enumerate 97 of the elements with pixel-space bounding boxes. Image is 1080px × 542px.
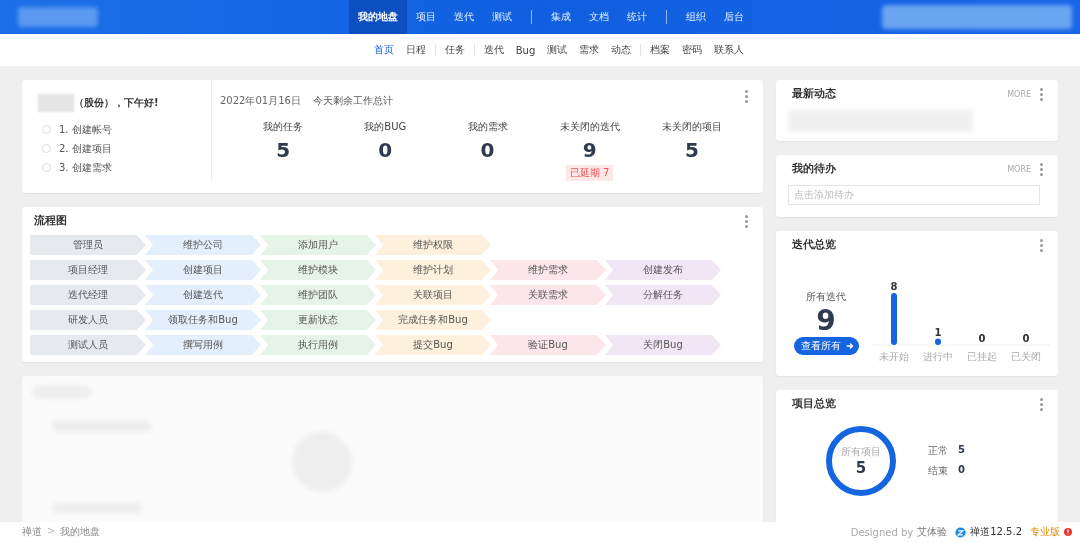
stat-label: 我的BUG xyxy=(364,120,407,134)
designed-by-text: Designed by xyxy=(850,526,914,538)
legend-value: 5 xyxy=(958,444,965,457)
subnav-tab[interactable]: 任务 xyxy=(438,43,471,57)
subnav-tab[interactable]: Bug xyxy=(509,44,542,56)
blurred-area xyxy=(38,94,74,112)
role-step: 管理员 xyxy=(30,235,146,255)
nav-tab[interactable]: 迭代 xyxy=(445,0,483,34)
stat-value[interactable]: 0 xyxy=(378,138,393,162)
flow-step: 维护权限 xyxy=(375,235,491,255)
ring-value: 5 xyxy=(855,459,867,477)
breadcrumb-link[interactable]: 我的地盘 xyxy=(60,525,101,539)
subnav-tab[interactable]: 测试 xyxy=(541,43,574,57)
flow-step: 分解任务 xyxy=(605,285,721,305)
flow-step: 维护团队 xyxy=(260,285,376,305)
bar-value-label: 0 xyxy=(978,333,986,344)
flow-step: 维护公司 xyxy=(145,235,261,255)
total-label: 所有迭代 xyxy=(806,290,846,304)
stat-label: 未关闭的迭代 xyxy=(559,120,620,134)
bar-value-label: 1 xyxy=(934,326,942,338)
card-title: 我的待办 xyxy=(792,162,837,176)
arrow-right-icon xyxy=(844,341,855,351)
stat-label: 我的需求 xyxy=(467,120,508,134)
flow-step: 更新状态 xyxy=(260,310,376,330)
nav-tab[interactable]: 项目 xyxy=(407,0,445,34)
category-label: 进行中 xyxy=(923,351,953,362)
subnav-tab[interactable]: 迭代 xyxy=(477,43,510,57)
logo-icon xyxy=(955,526,967,538)
stat-label: 未关闭的项目 xyxy=(661,120,722,134)
flow-step: 创建迭代 xyxy=(145,285,261,305)
category-label: 已关闭 xyxy=(1011,351,1041,362)
stat-value[interactable]: 5 xyxy=(684,138,699,162)
card-title: 最新动态 xyxy=(792,87,837,101)
subnav-tab[interactable]: 档案 xyxy=(644,43,677,57)
subnav-tab[interactable]: 日程 xyxy=(399,43,432,57)
bar-value-label: 8 xyxy=(890,281,898,292)
flow-step: 关闭Bug xyxy=(605,335,721,355)
card-title: 流程图 xyxy=(34,214,68,228)
flow-step: 创建发布 xyxy=(605,260,721,280)
bar xyxy=(891,293,897,345)
role-step: 迭代经理 xyxy=(30,285,146,305)
total-value: 9 xyxy=(816,304,836,337)
bar-value-label: 0 xyxy=(1022,333,1030,344)
bar xyxy=(935,338,941,345)
card-title: 项目总览 xyxy=(792,397,837,411)
role-step: 研发人员 xyxy=(30,310,146,330)
flow-step: 创建项目 xyxy=(145,260,261,280)
nav-tab[interactable]: 我的地盘 xyxy=(349,0,407,34)
flow-step: 提交Bug xyxy=(375,335,491,355)
subnav-tab[interactable]: 密码 xyxy=(676,43,709,57)
category-label: 未开始 xyxy=(879,351,909,362)
nav-tab[interactable]: 组织 xyxy=(677,0,715,34)
card-title: 迭代总览 xyxy=(792,238,837,252)
category-label: 已挂起 xyxy=(967,351,997,362)
legend-label: 结束 xyxy=(928,464,948,478)
ring-label: 所有项目 xyxy=(841,445,881,459)
version-link[interactable]: 禅道12.5.2 xyxy=(970,525,1022,539)
flow-step: 添加用户 xyxy=(260,235,376,255)
breadcrumb-link[interactable]: 禅道 xyxy=(22,525,42,539)
flow-step: 验证Bug xyxy=(490,335,606,355)
alert-icon xyxy=(1064,528,1072,536)
breadcrumb-separator: > xyxy=(47,525,56,538)
step-link[interactable]: 3. 创建需求 xyxy=(59,160,112,175)
flow-step: 完成任务和Bug xyxy=(375,310,491,330)
view-all-button[interactable]: 查看所有 xyxy=(793,337,859,355)
nav-tab[interactable]: 测试 xyxy=(483,0,521,34)
stat-value[interactable]: 0 xyxy=(480,138,495,162)
subnav-tab[interactable]: 需求 xyxy=(573,43,606,57)
stat-label: 我的任务 xyxy=(263,120,304,134)
flow-step: 撰写用例 xyxy=(145,335,261,355)
subnav-tab[interactable]: 首页 xyxy=(367,43,400,57)
legend-label: 正常 xyxy=(928,444,948,458)
flow-step: 关联需求 xyxy=(490,285,606,305)
legend-value: 0 xyxy=(958,464,965,477)
step-link[interactable]: 1. 创建帐号 xyxy=(59,122,112,137)
designer-link[interactable]: 艾体验 xyxy=(917,525,948,539)
step-link[interactable]: 2. 创建项目 xyxy=(59,141,112,156)
flow-step: 执行用例 xyxy=(260,335,376,355)
date-text: 2022年01月16日 xyxy=(220,94,301,108)
greeting-text: （股份），下午好! xyxy=(74,96,159,110)
stat-value[interactable]: 5 xyxy=(276,138,291,162)
flow-step: 领取任务和Bug xyxy=(145,310,261,330)
subnav-tab[interactable]: 动态 xyxy=(605,43,638,57)
flow-step: 维护计划 xyxy=(375,260,491,280)
role-step: 测试人员 xyxy=(30,335,146,355)
nav-tab[interactable]: 后台 xyxy=(715,0,753,34)
flow-step: 维护需求 xyxy=(490,260,606,280)
stat-value[interactable]: 9 xyxy=(582,138,597,162)
nav-tab[interactable]: 文档 xyxy=(580,0,618,34)
role-step: 项目经理 xyxy=(30,260,146,280)
nav-tab[interactable]: 统计 xyxy=(618,0,656,34)
nav-tab[interactable]: 集成 xyxy=(542,0,580,34)
overdue-badge: 已延期 7 xyxy=(565,165,614,181)
subnav-tab[interactable]: 联系人 xyxy=(708,43,751,57)
flow-step: 关联项目 xyxy=(375,285,491,305)
flow-step: 维护模块 xyxy=(260,260,376,280)
summary-title: 今天剩余工作总计 xyxy=(312,94,393,108)
